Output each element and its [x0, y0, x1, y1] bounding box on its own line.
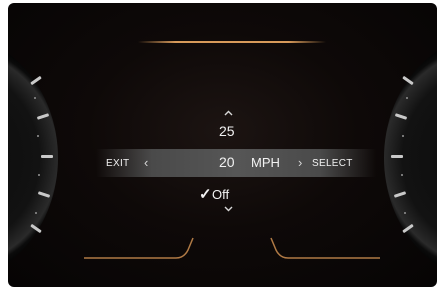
gauge-tick — [402, 223, 414, 234]
gauge-tick — [37, 191, 51, 198]
off-option[interactable]: Off — [212, 187, 229, 202]
gauge-tick — [30, 223, 42, 234]
gauge-dot — [401, 174, 403, 176]
select-chevron-icon[interactable]: › — [298, 155, 302, 170]
gauge-dot — [406, 97, 408, 99]
chevron-down-icon[interactable] — [224, 206, 233, 212]
gauge-dot — [34, 97, 36, 99]
chevron-up-icon[interactable] — [224, 110, 233, 116]
gauge-tick — [402, 75, 414, 86]
bottom-left-accent-line — [84, 237, 194, 259]
speed-unit: MPH — [251, 155, 280, 170]
gauge-tick — [391, 155, 403, 158]
bottom-right-accent-line — [270, 237, 380, 259]
gauge-dot — [402, 135, 404, 137]
previous-value[interactable]: 25 — [219, 123, 235, 139]
cluster-display — [8, 3, 437, 287]
exit-button[interactable]: EXIT — [106, 158, 129, 169]
gauge-dot — [404, 212, 406, 214]
check-mark-icon: ✓ — [199, 186, 212, 203]
select-button[interactable]: SELECT — [312, 158, 353, 169]
gauge-tick — [394, 113, 408, 120]
gauge-tick — [393, 191, 407, 198]
right-gauge — [384, 33, 437, 283]
current-speed-value: 20 — [219, 154, 235, 170]
gauge-tick — [36, 113, 50, 120]
gauge-tick — [41, 155, 53, 158]
gauge-dot — [35, 212, 37, 214]
gauge-dot — [38, 174, 40, 176]
screen: 25 EXIT ‹ 20 MPH › SELECT ✓ Off — [0, 0, 437, 288]
left-gauge — [8, 33, 58, 283]
top-accent-line — [138, 41, 326, 43]
exit-chevron-icon[interactable]: ‹ — [144, 155, 148, 170]
gauge-dot — [37, 135, 39, 137]
gauge-tick — [30, 75, 42, 86]
